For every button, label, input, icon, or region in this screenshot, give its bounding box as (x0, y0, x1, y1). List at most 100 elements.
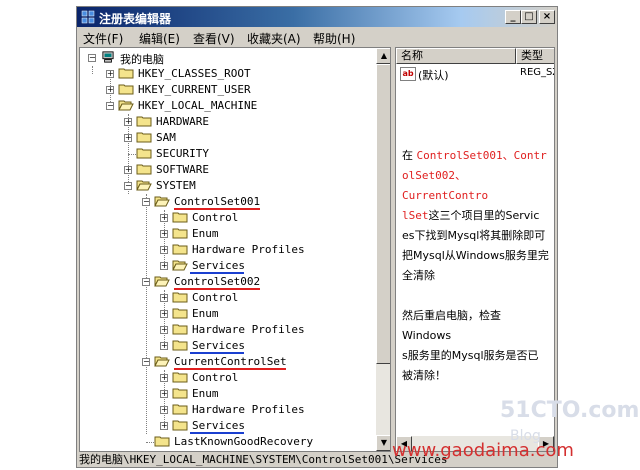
menu-favorites[interactable]: 收藏夹(A) (247, 30, 301, 47)
tree-item-hkcu[interactable]: + HKEY_CURRENT_USER (80, 82, 370, 98)
folder-icon (136, 164, 152, 175)
expand-toggle[interactable]: + (106, 86, 114, 94)
folder-icon (136, 148, 152, 159)
folder-open-icon (172, 260, 188, 271)
annotation-spacer (402, 286, 550, 306)
tree-item-software[interactable]: + SOFTWARE (80, 162, 370, 178)
tree-item-services[interactable]: + Services (80, 258, 370, 274)
expand-toggle[interactable]: + (160, 230, 168, 238)
tree-label: Services (192, 339, 245, 352)
watermark-gaodaima: www.gaodaima.com (392, 440, 574, 461)
collapse-toggle[interactable]: − (142, 278, 150, 286)
annotation-line: es下找到Mysql将其删除即可 (402, 229, 546, 242)
expand-toggle[interactable]: + (160, 374, 168, 382)
tree-guide (128, 154, 136, 155)
expand-toggle[interactable]: + (160, 214, 168, 222)
tree-item-enum[interactable]: + Enum (80, 386, 370, 402)
title-bar[interactable]: 注册表编辑器 _ □ × (77, 7, 557, 27)
tree-item-enum[interactable]: + Enum (80, 306, 370, 322)
collapse-toggle[interactable]: − (106, 102, 114, 110)
tree-item-enum[interactable]: + Enum (80, 226, 370, 242)
expand-toggle[interactable]: + (160, 246, 168, 254)
tree-item-control[interactable]: + Control (80, 290, 370, 306)
tree-item-control[interactable]: + Control (80, 370, 370, 386)
folder-icon (154, 436, 170, 447)
annotation-line: 然后重启电脑，检查Windows (402, 309, 501, 342)
tree-label: SAM (156, 131, 176, 144)
expand-toggle[interactable]: + (160, 390, 168, 398)
tree-label: HKEY_LOCAL_MACHINE (138, 99, 258, 112)
column-header-type[interactable]: 类型 (516, 48, 554, 64)
minimize-button[interactable]: _ (505, 10, 521, 24)
scroll-down-button[interactable]: ▼ (376, 435, 390, 451)
tree-item-my-computer[interactable]: − 我的电脑 (80, 50, 370, 66)
tree-item-lastknowngoodrecovery[interactable]: LastKnownGoodRecovery (80, 434, 370, 450)
expand-toggle[interactable]: + (160, 310, 168, 318)
value-type: REG_SZ (520, 67, 554, 78)
folder-icon (172, 292, 188, 303)
tree-label: Control (192, 371, 239, 384)
collapse-toggle[interactable]: − (88, 54, 96, 62)
watermark-51cto: 51CTO.com (500, 398, 640, 423)
menu-view[interactable]: 查看(V) (193, 30, 235, 47)
folder-icon (172, 228, 188, 239)
tree-item-security[interactable]: SECURITY (80, 146, 370, 162)
tree-item-hardware[interactable]: + HARDWARE (80, 114, 370, 130)
regedit-window: 注册表编辑器 _ □ × 文件(F) 编辑(E) 查看(V) 收藏夹(A) 帮助… (76, 6, 558, 468)
tree-scrollbar[interactable]: ▲ ▼ (376, 48, 390, 451)
annotation-highlight: ControlSet001、Contr (416, 149, 547, 162)
expand-toggle[interactable]: + (160, 262, 168, 270)
tree-item-control[interactable]: + Control (80, 210, 370, 226)
maximize-button[interactable]: □ (521, 10, 537, 24)
expand-toggle[interactable]: + (160, 422, 168, 430)
menu-help[interactable]: 帮助(H) (313, 30, 355, 47)
tree-item-hardware-profiles[interactable]: + Hardware Profiles (80, 402, 370, 418)
expand-toggle[interactable]: + (124, 134, 132, 142)
tree-item-currentcontrolset[interactable]: − CurrentControlSet (80, 354, 370, 370)
folder-icon (118, 84, 134, 95)
tree-label: CurrentControlSet (174, 355, 287, 368)
folder-icon (172, 324, 188, 335)
tree-label: Hardware Profiles (192, 243, 305, 256)
expand-toggle[interactable]: + (160, 342, 168, 350)
menu-file[interactable]: 文件(F) (83, 30, 123, 47)
folder-icon (172, 340, 188, 351)
expand-toggle[interactable]: + (160, 406, 168, 414)
scroll-up-button[interactable]: ▲ (376, 48, 390, 64)
tree-item-system[interactable]: − SYSTEM (80, 178, 370, 194)
collapse-toggle[interactable]: − (142, 198, 150, 206)
expand-toggle[interactable]: + (124, 118, 132, 126)
expand-toggle[interactable]: + (124, 166, 132, 174)
tree-item-controlset002[interactable]: − ControlSet002 (80, 274, 370, 290)
tree-label: SECURITY (156, 147, 209, 160)
scroll-thumb[interactable] (376, 64, 390, 364)
tree-item-sam[interactable]: + SAM (80, 130, 370, 146)
tree-label: HKEY_CURRENT_USER (138, 83, 251, 96)
values-pane[interactable]: 名称 类型 ab (默认) REG_SZ 在 ControlSet001、Con… (395, 47, 555, 452)
key-tree[interactable]: − 我的电脑 + HKEY_CLASSES_ROOT + HKEY_CURREN… (79, 47, 391, 452)
tree-item-hardware-profiles[interactable]: + Hardware Profiles (80, 242, 370, 258)
tree-item-controlset001[interactable]: − ControlSet001 (80, 194, 370, 210)
annotation-line: 全清除 (402, 269, 435, 282)
annotation-segment: 在 (402, 149, 417, 162)
folder-open-icon (154, 356, 170, 367)
expand-toggle[interactable]: + (160, 294, 168, 302)
expand-toggle[interactable]: + (106, 70, 114, 78)
value-row-default[interactable]: ab (默认) REG_SZ (396, 66, 554, 82)
folder-open-icon (154, 196, 170, 207)
tree-item-hardware-profiles[interactable]: + Hardware Profiles (80, 322, 370, 338)
tree-label: Enum (192, 387, 219, 400)
folder-icon (118, 68, 134, 79)
tree-item-hklm[interactable]: − HKEY_LOCAL_MACHINE (80, 98, 370, 114)
tree-item-hkcr[interactable]: + HKEY_CLASSES_ROOT (80, 66, 370, 82)
tree-label: Services (192, 259, 245, 272)
collapse-toggle[interactable]: − (124, 182, 132, 190)
tree-item-services[interactable]: + Services (80, 338, 370, 354)
collapse-toggle[interactable]: − (142, 358, 150, 366)
tree-label: HKEY_CLASSES_ROOT (138, 67, 251, 80)
menu-edit[interactable]: 编辑(E) (139, 30, 180, 47)
close-button[interactable]: × (539, 10, 555, 24)
tree-item-services[interactable]: + Services (80, 418, 370, 434)
column-header-name[interactable]: 名称 (396, 48, 516, 64)
expand-toggle[interactable]: + (160, 326, 168, 334)
